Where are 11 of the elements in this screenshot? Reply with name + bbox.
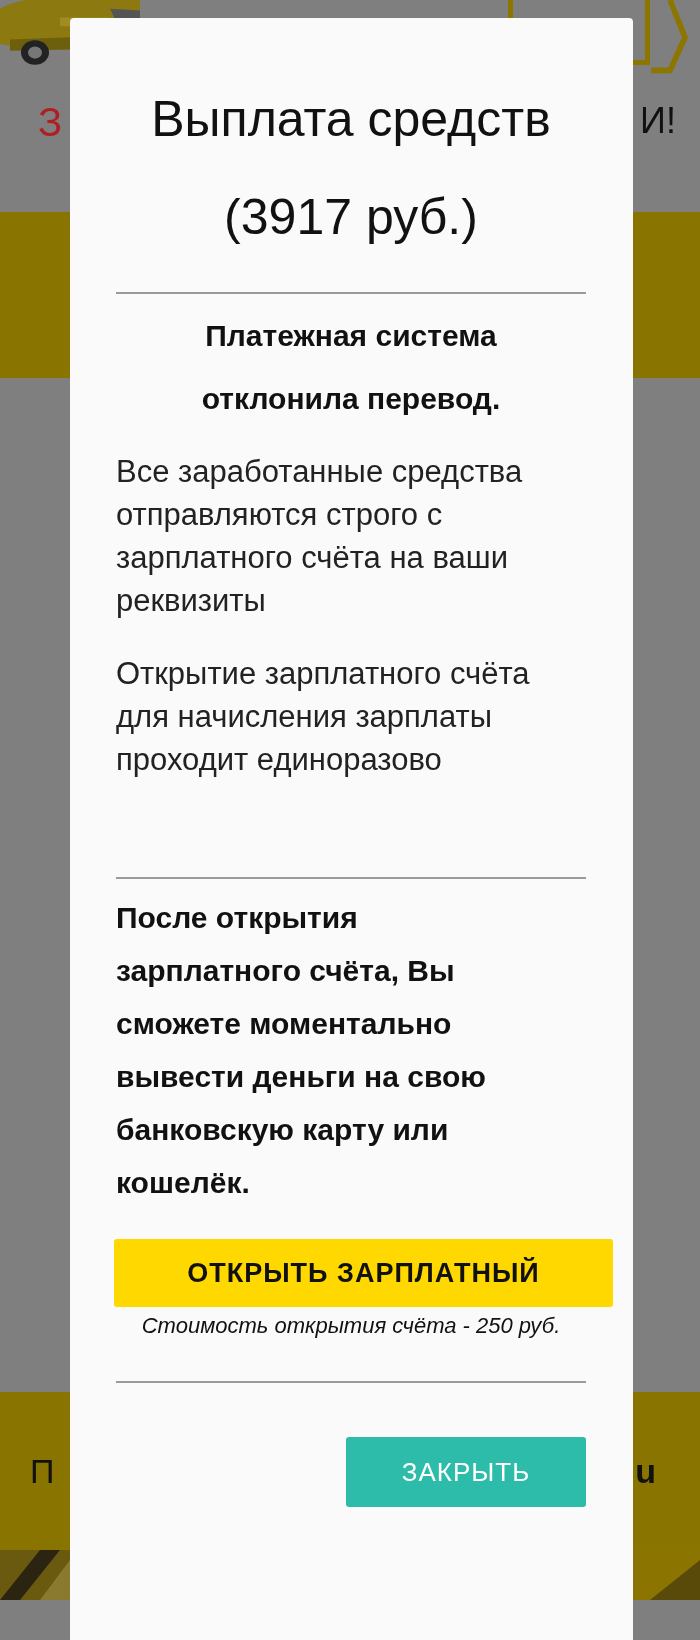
banner-text: П bbox=[30, 1451, 55, 1491]
banner-text: u bbox=[635, 1451, 656, 1491]
cost-note: Стоимость открытия счёта - 250 руб. bbox=[140, 1313, 562, 1339]
heading-text: И! bbox=[640, 100, 676, 142]
info-text: Открытие зарплатного счёта для начисления зарплаты проходит единоразово bbox=[116, 655, 531, 779]
open-account-button[interactable]: ОТКРЫТЬ ЗАРПЛАТНЫЙ bbox=[114, 1239, 613, 1307]
dialog-title: Выплата средств (3917 руб.) bbox=[150, 90, 552, 247]
heading-text: З bbox=[38, 100, 63, 145]
error-message: Платежная система отклонила перевод. bbox=[200, 318, 502, 417]
notice-text: После открытия зарплатного счёта, Вы сможете моментально вывести деньги на свою банковскую карту или кошелёк. bbox=[116, 900, 487, 1201]
info-text: Все заработанные средства отправляются строго с зарплатного счёта на ваши реквизиты bbox=[116, 453, 524, 620]
